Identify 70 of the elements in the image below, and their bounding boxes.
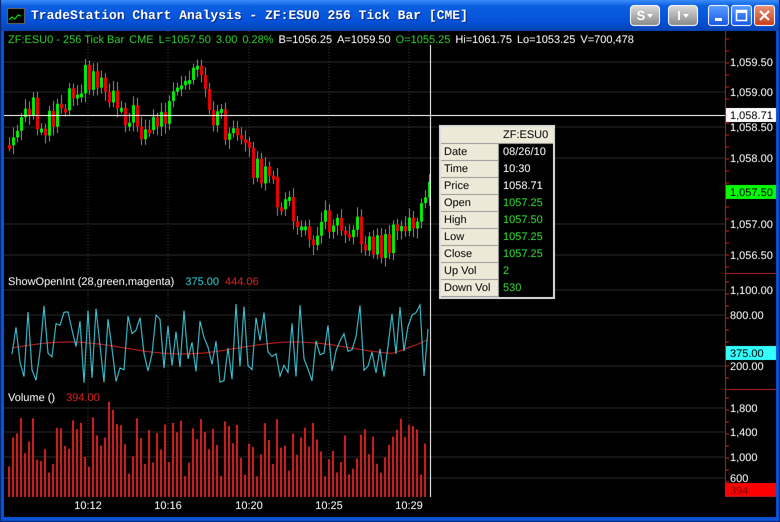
close-button[interactable] [754,5,775,26]
axis-label: 1,400 [730,427,758,439]
symbol-heading: ZF:ESU0 [499,127,553,144]
indicator-value: 394.00 [66,392,100,405]
menu-button[interactable]: S [630,5,660,26]
time-label: 10:20 [235,500,263,512]
axis-label: 1,800 [730,403,758,415]
quote-field: CME [129,34,154,47]
quote-field: ZF:ESU0 - 256 Tick Bar [8,34,124,47]
axis-label: 600 [730,473,748,485]
axis-label: 1,056.50 [730,250,773,262]
row-label: Low [441,229,499,246]
row-label: Open [441,195,499,212]
row-label: Up Vol [441,263,499,280]
indicator-title: Volume () [8,392,56,405]
quote-field: B=1056.25 [278,34,332,47]
minimize-icon [715,18,722,21]
axis-label: 1,059.50 [730,57,773,69]
app-icon [7,8,25,24]
axis-label: 1,100.00 [730,285,773,297]
maximize-button[interactable] [731,5,752,26]
axis-label: 1,059.00 [730,87,773,99]
quote-field: Lo=1053.25 [516,34,576,47]
minimize-button[interactable] [708,5,729,26]
row-label: High [441,212,499,229]
axis-label: 800.00 [730,310,764,322]
window-title: TradeStation Chart Analysis - ZF:ESU0 256 Tick Bar [CME] [31,8,469,23]
caret-icon [647,14,654,18]
row-label: Down Vol [441,280,499,297]
time-label: 10:29 [395,500,423,512]
price-marker: 1,058.71 [726,108,776,122]
row-label: Close [441,246,499,263]
indicator-value: 444.06 [224,276,259,289]
row-value: 2 [503,265,510,277]
quote-field: V=700,478 [580,34,634,47]
caret-icon [682,14,689,18]
time-label: 10:25 [315,500,343,512]
quote-field: L=1057.50 [158,34,211,47]
row-value: 1057.25 [503,197,543,209]
quote-field: O=1055.25 [396,34,450,47]
axis-label: 1,058.00 [730,153,773,165]
menu-button[interactable]: I [668,5,698,26]
row-value: 1057.25 [503,248,543,260]
price-marker: 1,057.50 [726,185,776,199]
row-label: Time [441,161,499,178]
quote-field: Hi=1061.75 [455,34,512,47]
axis-label: 1,057.00 [730,219,773,231]
row-value: 10:30 [503,163,531,175]
row-value: 1057.50 [503,214,543,226]
close-icon [758,9,771,22]
row-value: 1058.71 [503,180,543,192]
indicator-value: 375.00 [185,276,219,289]
maximize-icon [735,9,748,22]
time-label: 10:16 [154,500,182,512]
corner-cell [441,127,499,144]
quote-field: 0.28% [242,34,274,47]
axis-label: 1,058.50 [730,122,773,134]
price-marker: 394 [726,483,776,497]
axis-label: 200.00 [730,361,764,373]
row-label: Date [441,144,499,161]
row-value: 530 [503,282,522,294]
row-value: 08/26/10 [503,146,546,158]
price-marker: 375.00 [726,346,776,360]
time-label: 10:12 [74,500,102,512]
axis-label: 1,000 [730,452,758,464]
row-label: Price [441,178,499,195]
quote-field: 3.00 [216,34,238,47]
row-value: 1057.25 [503,231,543,243]
indicator-title: ShowOpenInt (28,green,magenta) [8,276,174,289]
quote-field: A=1059.50 [337,34,391,47]
